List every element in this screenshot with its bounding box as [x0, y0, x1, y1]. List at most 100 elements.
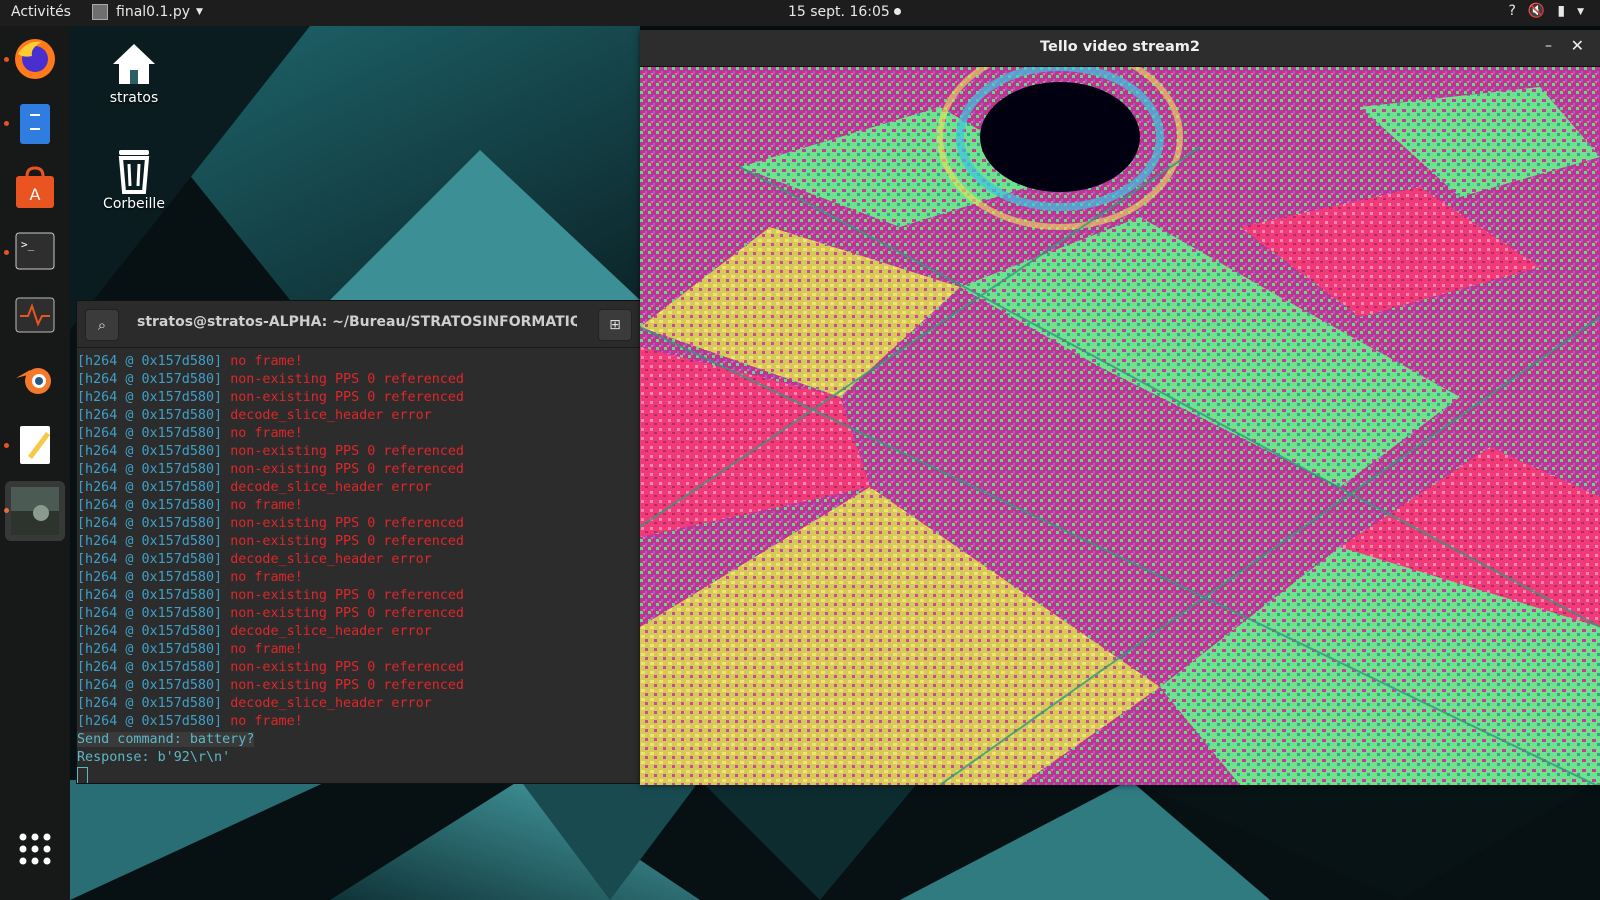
svg-text:A: A — [30, 185, 41, 204]
terminal-window[interactable]: ⌕ stratos@stratos-ALPHA: ~/Bureau/STRATO… — [76, 300, 641, 784]
terminal-log-line: [h264 @ 0x157d580] non-existing PPS 0 re… — [77, 443, 640, 461]
terminal-log-line: [h264 @ 0x157d580] no frame! — [77, 353, 640, 371]
terminal-icon[interactable]: >_ — [12, 228, 58, 274]
software-center-icon[interactable]: A — [12, 164, 58, 210]
minimize-button[interactable]: – — [1545, 38, 1552, 54]
log-prefix: [h264 @ 0x157d580] — [77, 444, 223, 459]
log-prefix: [h264 @ 0x157d580] — [77, 480, 223, 495]
terminal-log-line: [h264 @ 0x157d580] decode_slice_header e… — [77, 551, 640, 569]
log-prefix: [h264 @ 0x157d580] — [77, 390, 223, 405]
files-icon[interactable] — [12, 100, 58, 146]
terminal-log-line: [h264 @ 0x157d580] decode_slice_header e… — [77, 407, 640, 425]
video-window[interactable]: Tello video stream2 – ✕ — [640, 30, 1600, 785]
log-message: no frame! — [230, 426, 303, 441]
send-command-text: Send command: battery? — [77, 732, 255, 747]
app-menu-label: final0.1.py — [116, 4, 191, 20]
terminal-log-line: [h264 @ 0x157d580] non-existing PPS 0 re… — [77, 461, 640, 479]
minimize-icon: – — [1545, 38, 1552, 54]
log-message: non-existing PPS 0 referenced — [230, 516, 464, 531]
desktop-trash-label: Corbeille — [103, 196, 165, 212]
blender-icon[interactable] — [12, 356, 58, 402]
log-prefix: [h264 @ 0x157d580] — [77, 354, 223, 369]
terminal-prompt[interactable] — [77, 767, 640, 783]
search-icon: ⌕ — [97, 316, 107, 334]
app-menu[interactable]: final0.1.py ▼ — [92, 4, 203, 20]
top-bar: Activités final0.1.py ▼ 15 sept. 16:05 ?… — [0, 0, 1600, 26]
log-prefix: [h264 @ 0x157d580] — [77, 462, 223, 477]
running-indicator — [4, 443, 9, 448]
home-icon — [113, 44, 155, 84]
desktop-home-label: stratos — [109, 90, 159, 106]
terminal-log-line: [h264 @ 0x157d580] non-existing PPS 0 re… — [77, 605, 640, 623]
terminal-log-line: [h264 @ 0x157d580] non-existing PPS 0 re… — [77, 371, 640, 389]
search-button[interactable]: ⌕ — [85, 309, 119, 341]
terminal-title: stratos@stratos-ALPHA: ~/Bureau/STRATOSI… — [137, 314, 577, 330]
log-message: no frame! — [230, 354, 303, 369]
terminal-log-line: [h264 @ 0x157d580] no frame! — [77, 497, 640, 515]
terminal-response-line: Response: b'92\r\n' — [77, 750, 231, 765]
log-prefix: [h264 @ 0x157d580] — [77, 408, 223, 423]
log-prefix: [h264 @ 0x157d580] — [77, 498, 223, 513]
activities-button[interactable]: Activités — [11, 4, 71, 20]
terminal-output[interactable]: [h264 @ 0x157d580] no frame! [h264 @ 0x15… — [77, 353, 640, 783]
terminal-log-line: [h264 @ 0x157d580] non-existing PPS 0 re… — [77, 389, 640, 407]
volume-icon[interactable]: 🔇 — [1528, 3, 1545, 21]
desktop-trash[interactable]: Corbeille — [94, 146, 174, 212]
battery-icon[interactable]: ▮ — [1557, 3, 1565, 21]
video-stream-image — [640, 67, 1600, 785]
terminal-log-line: [h264 @ 0x157d580] decode_slice_header e… — [77, 623, 640, 641]
desktop-home-folder[interactable]: stratos — [94, 40, 174, 106]
new-tab-icon: ⊞ — [609, 317, 621, 333]
log-prefix: [h264 @ 0x157d580] — [77, 570, 223, 585]
running-indicator — [4, 250, 9, 255]
log-message: decode_slice_header error — [230, 552, 432, 567]
terminal-titlebar[interactable]: ⌕ stratos@stratos-ALPHA: ~/Bureau/STRATO… — [77, 301, 640, 348]
system-tray[interactable]: ? 🔇 ▮ ▼ — [1508, 3, 1584, 21]
log-message: no frame! — [230, 714, 303, 729]
svg-text:>_: >_ — [21, 238, 35, 251]
log-prefix: [h264 @ 0x157d580] — [77, 624, 223, 639]
log-prefix: [h264 @ 0x157d580] — [77, 714, 223, 729]
video-window-title: Tello video stream2 — [1040, 39, 1200, 55]
running-indicator — [4, 121, 9, 126]
system-monitor-icon[interactable] — [12, 292, 58, 338]
notification-dot-icon — [893, 8, 901, 15]
close-button[interactable]: ✕ — [1571, 36, 1584, 55]
log-message: decode_slice_header error — [230, 480, 432, 495]
log-message: non-existing PPS 0 referenced — [230, 534, 464, 549]
terminal-log-line: [h264 @ 0x157d580] no frame! — [77, 569, 640, 587]
close-icon: ✕ — [1570, 36, 1584, 55]
log-prefix: [h264 @ 0x157d580] — [77, 372, 223, 387]
log-message: non-existing PPS 0 referenced — [230, 678, 464, 693]
log-message: non-existing PPS 0 referenced — [230, 660, 464, 675]
running-indicator — [4, 57, 9, 62]
log-message: decode_slice_header error — [230, 624, 432, 639]
log-message: non-existing PPS 0 referenced — [230, 606, 464, 621]
clock[interactable]: 15 sept. 16:05 — [788, 4, 901, 20]
chevron-down-icon[interactable]: ▼ — [1577, 3, 1584, 21]
text-editor-icon[interactable] — [12, 422, 58, 468]
video-window-thumb[interactable] — [5, 481, 65, 541]
video-frame — [640, 67, 1600, 785]
log-message: no frame! — [230, 498, 303, 513]
log-message: decode_slice_header error — [230, 696, 432, 711]
network-icon[interactable]: ? — [1508, 3, 1515, 21]
log-message: non-existing PPS 0 referenced — [230, 462, 464, 477]
log-message: no frame! — [230, 642, 303, 657]
terminal-log: [h264 @ 0x157d580] no frame! [h264 @ 0x15… — [77, 353, 640, 731]
log-message: no frame! — [230, 570, 303, 585]
log-message: decode_slice_header error — [230, 408, 432, 423]
terminal-log-line: [h264 @ 0x157d580] no frame! — [77, 425, 640, 443]
chevron-down-icon: ▼ — [196, 7, 203, 17]
terminal-send-line: Send command: battery? — [77, 731, 640, 749]
terminal-log-line: [h264 @ 0x157d580] decode_slice_header e… — [77, 695, 640, 713]
terminal-log-line: [h264 @ 0x157d580] non-existing PPS 0 re… — [77, 659, 640, 677]
new-tab-button[interactable]: ⊞ — [598, 309, 632, 341]
log-message: non-existing PPS 0 referenced — [230, 390, 464, 405]
log-prefix: [h264 @ 0x157d580] — [77, 516, 223, 531]
log-message: non-existing PPS 0 referenced — [230, 588, 464, 603]
video-titlebar[interactable]: Tello video stream2 – ✕ — [640, 30, 1600, 67]
firefox-icon[interactable] — [12, 36, 58, 82]
terminal-log-line: [h264 @ 0x157d580] non-existing PPS 0 re… — [77, 533, 640, 551]
show-applications-icon[interactable] — [12, 826, 58, 872]
